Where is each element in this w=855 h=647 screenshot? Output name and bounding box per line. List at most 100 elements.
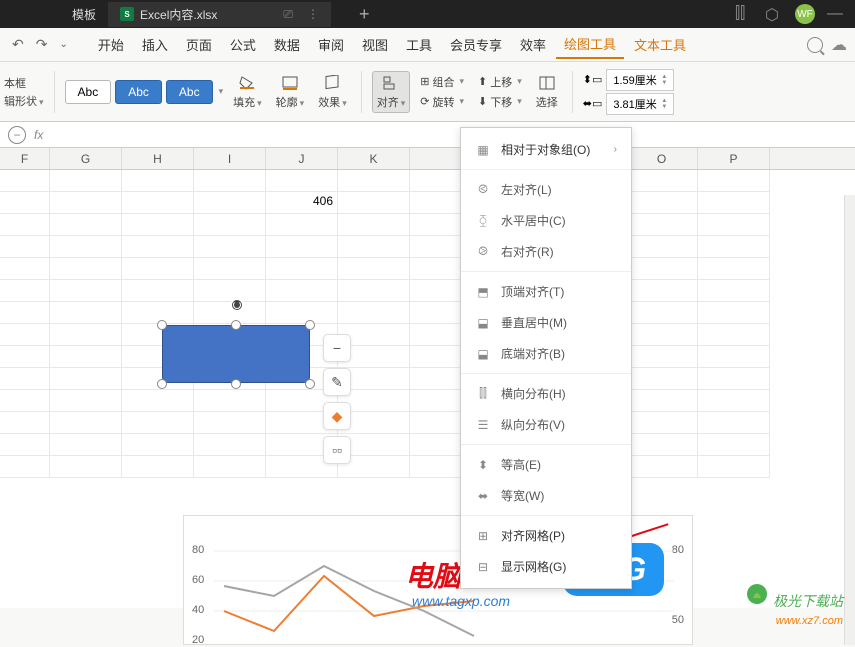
menu-page[interactable]: 页面 [178,31,220,58]
align-right[interactable]: ⧁右对齐(R) [461,236,631,267]
align-vcenter[interactable]: ⬓垂直居中(M) [461,307,631,338]
distribute-v[interactable]: ☰纵向分布(V) [461,409,631,440]
resize-handle-s[interactable] [231,379,241,389]
menu-formula[interactable]: 公式 [222,31,264,58]
col-g[interactable]: G [50,148,122,169]
menu-draw-tool[interactable]: 绘图工具 [556,30,624,59]
menu-vip[interactable]: 会员专享 [442,31,510,58]
menu-efficiency[interactable]: 效率 [512,31,554,58]
align-hcenter[interactable]: ⧲水平居中(C) [461,205,631,236]
main-menu: ↶ ↷ ⌄ 开始 插入 页面 公式 数据 审阅 视图 工具 会员专享 效率 绘图… [0,28,855,62]
show-grid[interactable]: ⊟显示网格(G) [461,551,631,582]
distribute-h[interactable]: ⫿⫿横向分布(H) [461,378,631,409]
height-icon: ⬍▭ [583,73,603,86]
fill-icon [237,74,257,92]
align-left[interactable]: ⧀左对齐(L) [461,174,631,205]
select-pane-button[interactable]: 选择 [532,72,562,112]
menu-data[interactable]: 数据 [266,31,308,58]
rotate-button[interactable]: ⟳旋转▾ [416,93,468,111]
eq-width-icon: ⬌ [475,488,491,504]
align-top-icon: ⬒ [475,284,491,300]
close-icon[interactable]: ⋮ [307,7,319,21]
move-up-button[interactable]: ⬆上移▾ [474,73,526,91]
aurora-icon [745,582,769,606]
menu-review[interactable]: 审阅 [310,31,352,58]
height-input[interactable]: 1.59厘米▲▼ [606,69,674,91]
menu-insert[interactable]: 插入 [134,31,176,58]
resize-handle-n[interactable] [231,320,241,330]
avatar[interactable]: WF [795,4,815,24]
reader-icon[interactable]: ⫿⫿ [735,5,753,23]
align-top[interactable]: ⬒顶端对齐(T) [461,276,631,307]
package-icon[interactable]: ⬡ [765,5,783,23]
equal-width[interactable]: ⬌等宽(W) [461,480,631,511]
col-k[interactable]: K [338,148,410,169]
col-o[interactable]: O [626,148,698,169]
align-relative-group[interactable]: ▦ 相对于对象组(O) › [461,134,631,165]
menu-view[interactable]: 视图 [354,31,396,58]
ribbon-toolbar: 本框 辑形状▾ Abc Abc Abc ▾ 填充▾ 轮廓▾ 效果▾ 对齐▾ ⊞组… [0,62,855,122]
column-headers: F G H I J K N O P [0,148,855,170]
col-f[interactable]: F [0,148,50,169]
col-i[interactable]: I [194,148,266,169]
align-dropdown-menu: ▦ 相对于对象组(O) › ⧀左对齐(L) ⧲水平居中(C) ⧁右对齐(R) ⬒… [460,127,632,589]
rotation-handle[interactable] [230,298,244,312]
outline-button[interactable]: 轮廓▾ [272,72,309,112]
style-preset-2[interactable]: Abc [115,80,162,104]
align-bottom[interactable]: ⬓底端对齐(B) [461,338,631,369]
download-site-url: www.xz7.com [776,615,843,627]
quick-minus-button[interactable]: − [323,334,351,362]
resize-handle-se[interactable] [305,379,315,389]
zoom-out-icon[interactable]: − [8,126,26,144]
menu-tool[interactable]: 工具 [398,31,440,58]
col-j[interactable]: J [266,148,338,169]
tab-file[interactable]: S Excel内容.xlsx ⎚ ⋮ [108,2,331,27]
ribbon-textframe[interactable]: 本框 [4,75,44,91]
resize-handle-sw[interactable] [157,379,167,389]
align-bottom-icon: ⬓ [475,346,491,362]
width-input-row: ⬌▭ 3.81厘米▲▼ [583,93,675,115]
style-preset-1[interactable]: Abc [65,80,112,104]
width-input[interactable]: 3.81厘米▲▼ [606,93,674,115]
quick-edit-button[interactable]: ✎ [323,368,351,396]
menu-text-tool[interactable]: 文本工具 [626,31,694,58]
resize-handle-nw[interactable] [157,320,167,330]
new-tab-button[interactable]: + [351,4,378,25]
fill-button[interactable]: 填充▾ [229,72,266,112]
style-preset-3[interactable]: Abc [166,80,213,104]
redo-button[interactable]: ↷ [32,34,52,55]
vertical-scrollbar[interactable] [844,195,855,645]
menu-start[interactable]: 开始 [90,31,132,58]
style-more-icon[interactable]: ▾ [219,86,224,97]
cell-grid[interactable]: 406 [0,170,855,478]
quick-fill-button[interactable]: ◆ [323,402,351,430]
window-controls: ⫿⫿ ⬡ WF ― [735,4,845,24]
effect-button[interactable]: 效果▾ [314,72,351,112]
snap-to-grid[interactable]: ⊞对齐网格(P) [461,520,631,551]
quick-layout-button[interactable]: ▫▫ [323,436,351,464]
resize-handle-ne[interactable] [305,320,315,330]
selected-shape[interactable] [162,325,310,383]
down-icon: ⬇ [478,95,487,108]
undo-button[interactable]: ↶ [8,34,28,55]
search-icon[interactable] [807,37,823,53]
align-button[interactable]: 对齐▾ [372,71,411,113]
fx-label[interactable]: fx [34,128,43,142]
tab-template[interactable]: 模板 [60,2,108,27]
relative-icon: ▦ [475,142,491,158]
cloud-icon[interactable]: ☁ [831,35,847,55]
select-icon [537,74,557,92]
col-h[interactable]: H [122,148,194,169]
dist-h-icon: ⫿⫿ [475,386,491,402]
minimize-icon[interactable]: ― [827,5,845,23]
formula-input[interactable] [51,125,847,145]
cell-j-value[interactable]: 406 [266,192,338,214]
move-down-button[interactable]: ⬇下移▾ [474,93,526,111]
align-icon [381,74,401,92]
col-p[interactable]: P [698,148,770,169]
equal-height[interactable]: ⬍等高(E) [461,449,631,480]
dropdown-icon[interactable]: ⌄ [55,37,71,52]
ribbon-editshape[interactable]: 辑形状▾ [4,93,44,109]
outline-icon [280,74,300,92]
group-button[interactable]: ⊞组合▾ [416,73,468,91]
